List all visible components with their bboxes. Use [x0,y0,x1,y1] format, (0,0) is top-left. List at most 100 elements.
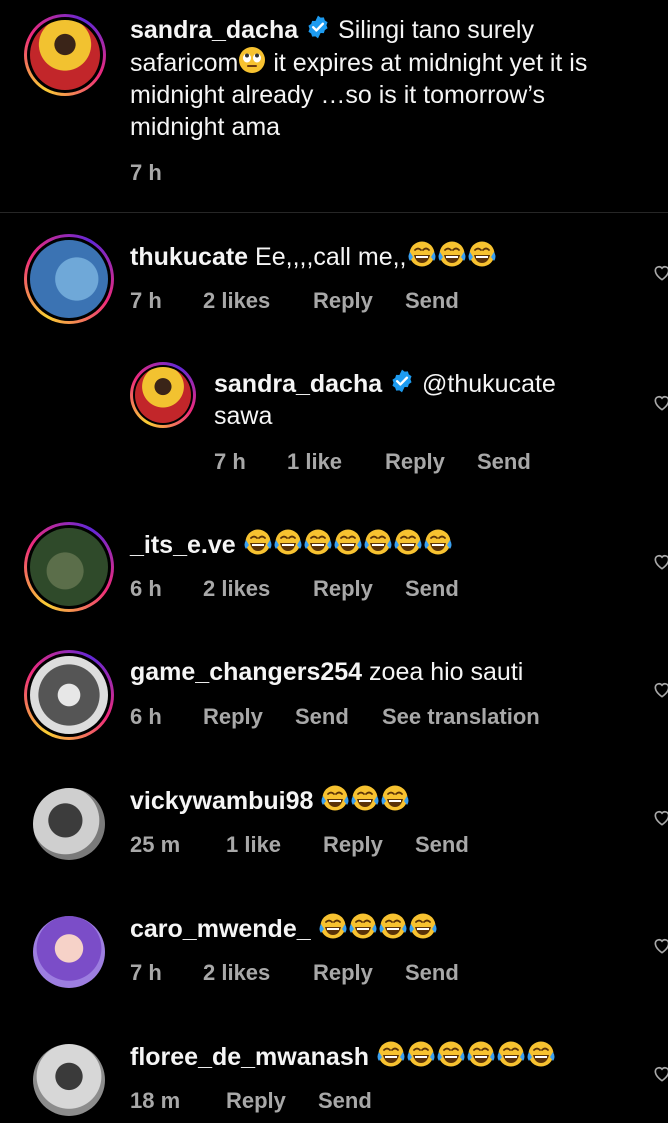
avatar-photo [30,20,100,90]
avatar-photo [33,916,105,988]
comment-username[interactable]: _its_e.ve [130,531,236,559]
comment-text: _its_e.ve [130,528,630,561]
comment-username[interactable]: floree_de_mwanash [130,1043,369,1071]
laugh-emojis [407,241,497,271]
face-with-tears-of-joy-emoji [438,241,465,267]
reply-button[interactable]: Reply [313,288,373,314]
comment-avatar[interactable] [24,522,114,612]
reply-button[interactable]: Reply [203,704,263,730]
face-with-tears-of-joy-emoji [321,785,349,811]
caption-avatar[interactable] [24,14,106,96]
face-with-tears-of-joy-emoji [408,241,435,267]
heart-outline-icon[interactable] [652,936,668,956]
avatar-photo [30,528,108,606]
caption-divider [0,212,668,213]
heart-outline-icon[interactable] [652,552,668,572]
comment-time: 18 m [130,1088,181,1113]
comment-time: 6 h [130,704,162,729]
reply-button[interactable]: Reply [226,1088,286,1114]
send-button[interactable]: Send [405,288,459,314]
comment-meta: 25 m 1 like Reply Send [130,832,550,860]
laugh-emojis [243,529,453,559]
send-button[interactable]: Send [295,704,349,730]
reply-button[interactable]: Reply [323,832,383,858]
heart-outline-icon[interactable] [652,808,668,828]
face-with-tears-of-joy-emoji [409,913,437,939]
face-with-tears-of-joy-emoji [364,529,392,555]
reply-mention[interactable]: @thukucate [422,370,556,398]
face-with-tears-of-joy-emoji [527,1041,555,1067]
send-button[interactable]: Send [405,576,459,602]
reply-body: sawa [214,402,273,430]
face-with-tears-of-joy-emoji [468,241,495,267]
comment-text: game_changers254 zoea hio sauti [130,656,630,688]
comment-likes[interactable]: 2 likes [203,960,270,986]
face-with-tears-of-joy-emoji [437,1041,465,1067]
face-with-rolling-eyes-emoji [239,47,266,73]
face-with-tears-of-joy-emoji [244,529,272,555]
comment-text: caro_mwende_ [130,912,630,945]
face-with-tears-of-joy-emoji [379,913,407,939]
comment-avatar[interactable] [33,916,105,988]
comment-username[interactable]: caro_mwende_ [130,915,311,943]
avatar-photo [33,788,105,860]
comment-meta: 7 h 2 likes Reply Send [130,960,550,988]
comment-likes[interactable]: 1 like [287,449,342,475]
laugh-emojis [318,913,438,943]
comment-avatar[interactable] [24,234,114,324]
caption-text-b: safaricom [130,49,239,77]
face-with-tears-of-joy-emoji [424,529,452,555]
caption-username[interactable]: sandra_dacha [130,16,298,44]
comment-text: thukucate Ee,,,,call me,, [130,240,630,273]
verified-badge-icon [308,15,328,39]
comment-avatar[interactable] [24,650,114,740]
comment-body: Ee,,,,call me,, [255,243,407,271]
comment-likes[interactable]: 1 like [226,832,281,858]
reply-username[interactable]: sandra_dacha [214,370,382,398]
face-with-tears-of-joy-emoji [334,529,362,555]
comment-username[interactable]: vickywambui98 [130,787,313,815]
caption-text-a: Silingi tano surely [338,16,534,44]
face-with-tears-of-joy-emoji [467,1041,495,1067]
send-button[interactable]: Send [477,449,531,475]
comment-time: 25 m [130,832,181,857]
comment-avatar[interactable] [33,1044,105,1116]
reply-avatar[interactable] [130,362,196,428]
heart-outline-icon[interactable] [652,263,668,283]
face-with-tears-of-joy-emoji [351,785,379,811]
laugh-emojis [376,1041,556,1071]
comment-meta: 6 h Reply Send See translation [130,704,610,732]
face-with-tears-of-joy-emoji [377,1041,405,1067]
reply-button[interactable]: Reply [313,960,373,986]
reply-button[interactable]: Reply [313,576,373,602]
laugh-emojis [320,785,410,815]
comment-meta: 18 m Reply Send [130,1088,550,1116]
comment-meta: 7 h 2 likes Reply Send [130,288,550,316]
comment-meta: 6 h 2 likes Reply Send [130,576,550,604]
send-button[interactable]: Send [318,1088,372,1114]
avatar-photo [30,240,108,318]
reply-button[interactable]: Reply [385,449,445,475]
comment-username[interactable]: thukucate [130,243,248,271]
face-with-tears-of-joy-emoji [319,913,347,939]
heart-outline-icon[interactable] [652,680,668,700]
avatar-photo [30,656,108,734]
comment-text: vickywambui98 [130,784,630,817]
comment-username[interactable]: game_changers254 [130,658,362,686]
send-button[interactable]: Send [415,832,469,858]
comment-time: 7 h [130,960,162,985]
heart-outline-icon[interactable] [652,1064,668,1084]
send-button[interactable]: Send [405,960,459,986]
avatar-photo [135,367,191,423]
see-translation-button[interactable]: See translation [382,704,540,730]
heart-outline-icon[interactable] [652,393,668,413]
comment-likes[interactable]: 2 likes [203,288,270,314]
comment-likes[interactable]: 2 likes [203,576,270,602]
comment-text: floree_de_mwanash [130,1040,650,1073]
comment-body: zoea hio sauti [369,658,524,686]
face-with-tears-of-joy-emoji [381,785,409,811]
verified-badge-icon [392,369,412,393]
avatar-photo [33,1044,105,1116]
comment-avatar[interactable] [33,788,105,860]
caption-text: sandra_dacha Silingi tano surely safaric… [130,14,640,143]
